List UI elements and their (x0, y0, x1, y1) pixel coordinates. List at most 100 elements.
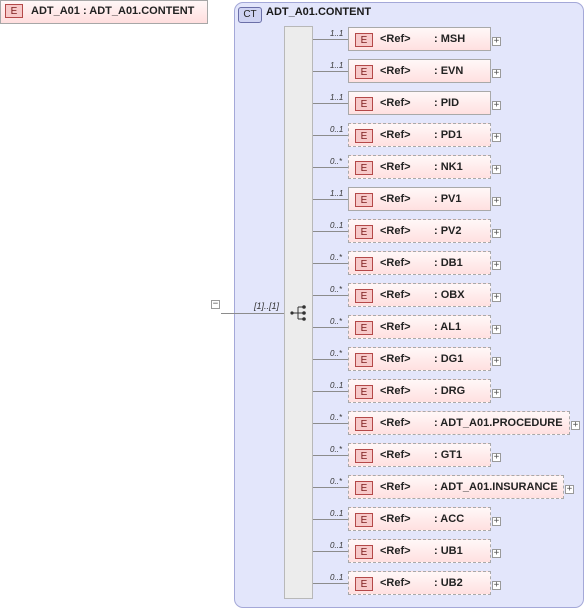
expand-toggle[interactable]: + (565, 485, 574, 494)
child-element-box[interactable]: E <Ref> : DG1 (348, 347, 491, 371)
ref-label: <Ref> (380, 545, 411, 557)
child-multiplicity: 1..1 (330, 93, 344, 102)
expand-toggle[interactable]: + (492, 261, 501, 270)
ref-label: <Ref> (380, 33, 411, 45)
child-connector-line (313, 455, 348, 456)
expand-toggle[interactable]: + (492, 133, 501, 142)
child-element-name: : MSH (434, 33, 466, 45)
expand-toggle[interactable]: + (492, 37, 501, 46)
element-badge: E (355, 513, 373, 527)
child-connector-line (313, 135, 348, 136)
ref-label: <Ref> (380, 417, 411, 429)
child-element-name: : PV2 (434, 225, 462, 237)
child-connector-line (313, 167, 348, 168)
child-element-name: : PID (434, 97, 460, 109)
child-element-box[interactable]: E <Ref>: ADT_A01.INSURANCE (348, 475, 564, 499)
ref-label: <Ref> (380, 289, 411, 301)
child-element-box[interactable]: E <Ref>: PV2 (348, 219, 491, 243)
expand-toggle[interactable]: + (492, 197, 501, 206)
child-connector-line (313, 551, 348, 552)
ref-label: <Ref> (380, 129, 411, 141)
child-element-name: : DG1 (434, 353, 464, 365)
expand-toggle[interactable]: + (492, 229, 501, 238)
expand-toggle[interactable]: + (492, 357, 501, 366)
root-element-box[interactable]: E ADT_A01 : ADT_A01.CONTENT (0, 0, 208, 24)
child-element-box[interactable]: E <Ref>: PV1 (348, 187, 491, 211)
element-badge: E (355, 129, 373, 143)
child-multiplicity: 0..* (330, 349, 343, 358)
child-element-box[interactable]: E <Ref>: PD1 (348, 123, 491, 147)
child-element-box[interactable]: E <Ref>: UB1 (348, 539, 491, 563)
root-element-label: ADT_A01 : ADT_A01.CONTENT (31, 5, 195, 17)
element-badge: E (355, 289, 373, 303)
element-badge: E (355, 449, 373, 463)
ref-label: <Ref> (380, 193, 411, 205)
element-badge: E (355, 257, 373, 271)
child-element-box[interactable]: E <Ref>: GT1 (348, 443, 491, 467)
child-connector-line (313, 423, 348, 424)
ref-label: <Ref> (380, 257, 411, 269)
child-element-box[interactable]: E <Ref>: PID (348, 91, 491, 115)
child-connector-line (313, 295, 348, 296)
expand-toggle[interactable]: + (492, 389, 501, 398)
child-multiplicity: 0..1 (330, 509, 344, 518)
child-element-box[interactable]: E <Ref>: NK1 (348, 155, 491, 179)
root-connector-line (221, 313, 284, 314)
child-element-box[interactable]: E <Ref> : AL1 (348, 315, 491, 339)
child-multiplicity: 0..1 (330, 125, 344, 134)
ref-label: <Ref> (380, 65, 411, 77)
child-element-name: : GT1 (434, 449, 463, 461)
child-connector-line (313, 199, 348, 200)
expand-toggle[interactable]: + (492, 69, 501, 78)
child-element-name: : ADT_A01.PROCEDURE (434, 417, 563, 429)
child-element-box[interactable]: E <Ref>: DRG (348, 379, 491, 403)
child-element-box[interactable]: E <Ref> : ADT_A01.PROCEDURE (348, 411, 570, 435)
child-connector-line (313, 487, 348, 488)
child-connector-line (313, 327, 348, 328)
child-element-name: : AL1 (434, 321, 462, 333)
expand-toggle[interactable]: + (492, 165, 501, 174)
complex-type-title: ADT_A01.CONTENT (266, 6, 372, 18)
element-badge: E (355, 65, 373, 79)
child-element-box[interactable]: E <Ref>: DB1 (348, 251, 491, 275)
element-badge: E (355, 321, 373, 335)
child-multiplicity: 1..1 (330, 29, 344, 38)
expand-toggle[interactable]: + (571, 421, 580, 430)
ref-label: <Ref> (380, 513, 411, 525)
child-multiplicity: 0..1 (330, 381, 344, 390)
sequence-compositor-icon (290, 305, 306, 321)
collapse-toggle[interactable]: − (211, 300, 220, 309)
child-element-box[interactable]: E <Ref> : EVN (348, 59, 491, 83)
ref-label: <Ref> (380, 321, 411, 333)
element-badge: E (355, 417, 373, 431)
child-connector-line (313, 583, 348, 584)
child-connector-line (313, 263, 348, 264)
expand-toggle[interactable]: + (492, 581, 501, 590)
child-element-name: : UB2 (434, 577, 463, 589)
child-multiplicity: 0..* (330, 285, 343, 294)
expand-toggle[interactable]: + (492, 325, 501, 334)
child-element-box[interactable]: E <Ref>: MSH (348, 27, 491, 51)
element-badge: E (355, 353, 373, 367)
child-element-name: : ACC (434, 513, 465, 525)
child-connector-line (313, 71, 348, 72)
child-multiplicity: 0..* (330, 157, 343, 166)
expand-toggle[interactable]: + (492, 101, 501, 110)
expand-toggle[interactable]: + (492, 549, 501, 558)
child-multiplicity: 0..* (330, 413, 343, 422)
expand-toggle[interactable]: + (492, 517, 501, 526)
expand-toggle[interactable]: + (492, 453, 501, 462)
child-element-name: : EVN (434, 65, 464, 77)
child-element-box[interactable]: E <Ref>: UB2 (348, 571, 491, 595)
child-connector-line (313, 519, 348, 520)
element-badge: E (355, 161, 373, 175)
ref-label: <Ref> (380, 353, 411, 365)
child-multiplicity: 0..* (330, 445, 343, 454)
child-multiplicity: 1..1 (330, 189, 344, 198)
expand-toggle[interactable]: + (492, 293, 501, 302)
child-element-box[interactable]: E <Ref> : ACC (348, 507, 491, 531)
element-badge: E (355, 545, 373, 559)
complex-type-badge: CT (238, 7, 262, 23)
child-element-name: : NK1 (434, 161, 463, 173)
child-element-box[interactable]: E <Ref>: OBX (348, 283, 491, 307)
